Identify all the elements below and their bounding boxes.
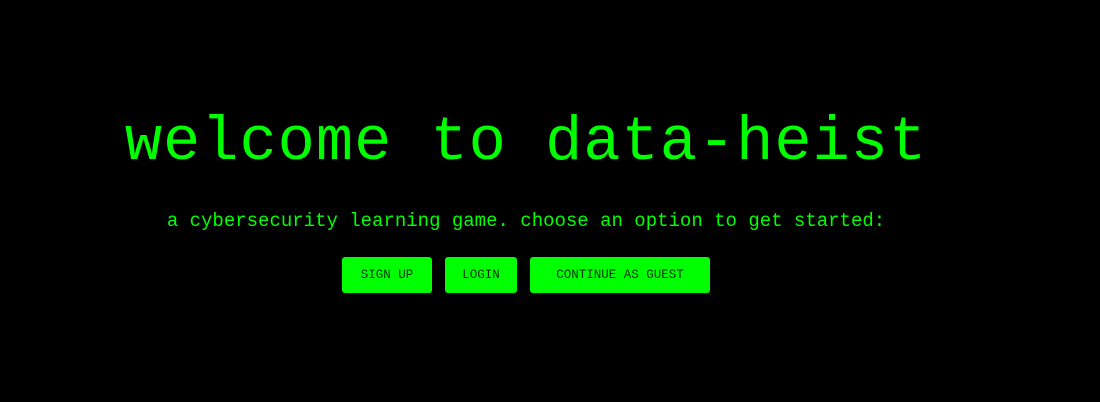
sign-up-button[interactable]: SIGN UP (342, 257, 432, 293)
page-title: welcome to data-heist (124, 107, 928, 178)
action-buttons: SIGN UP LOGIN CONTINUE AS GUEST (342, 257, 710, 293)
continue-as-guest-button[interactable]: CONTINUE AS GUEST (530, 257, 710, 293)
login-button[interactable]: LOGIN (445, 257, 517, 293)
landing-screen: welcome to data-heist a cybersecurity le… (0, 0, 1100, 402)
page-subtitle: a cybersecurity learning game. choose an… (166, 210, 886, 232)
